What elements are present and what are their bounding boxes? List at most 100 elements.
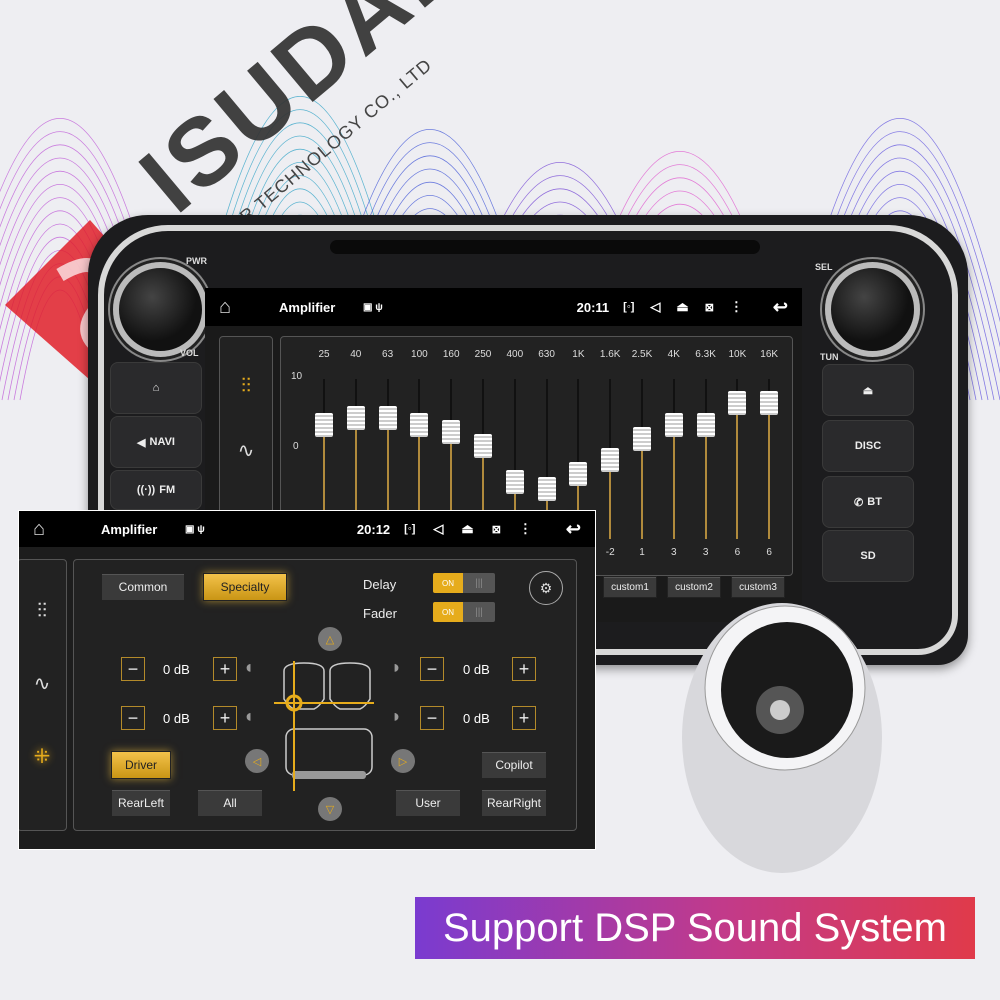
fr-minus-button[interactable]: − <box>420 657 444 681</box>
tab-specialty[interactable]: Specialty <box>203 573 287 601</box>
eq-slider-fill <box>641 450 643 539</box>
eq-slider-thumb[interactable] <box>633 426 651 451</box>
eq-value-label: -2 <box>605 547 615 558</box>
eq-slider-thumb[interactable] <box>601 448 620 473</box>
fm-button[interactable]: ((·)) FM <box>110 470 202 510</box>
eq-band-label: 10K <box>728 349 747 360</box>
preset-custom1[interactable]: custom1 <box>603 576 657 598</box>
balance-icon[interactable]: ⁜ <box>19 744 66 769</box>
select-knob[interactable] <box>825 262 920 357</box>
rr-plus-button[interactable]: + <box>512 706 536 730</box>
fader-down-button[interactable]: ▽ <box>318 797 342 821</box>
eq-slider-thumb[interactable] <box>537 476 556 501</box>
eq-band-label: 1K <box>572 349 585 360</box>
eq-band-6.3K[interactable]: 6.3K 3 <box>690 349 722 574</box>
eq-slider-thumb[interactable] <box>728 391 747 416</box>
back-icon[interactable]: ↩ <box>773 297 788 318</box>
screen-title: Amplifier <box>101 521 158 537</box>
rearright-button[interactable]: RearRight <box>481 789 547 817</box>
tab-common[interactable]: Common <box>101 573 185 601</box>
navi-button[interactable]: ◀ NAVI <box>110 416 202 468</box>
screen-title: Amplifier <box>279 299 336 315</box>
promo-banner: Support DSP Sound System <box>415 897 975 959</box>
fr-plus-button[interactable]: + <box>512 657 536 681</box>
eq-band-label: 6.3K <box>695 349 716 360</box>
eject-hard-button[interactable]: ⏏ <box>822 364 914 416</box>
eq-slider-fill <box>609 472 612 539</box>
eq-slider-thumb[interactable] <box>569 462 588 487</box>
more-icon[interactable]: ⋮ <box>730 299 743 315</box>
eq-band-label: 100 <box>411 349 428 360</box>
sel-label: SEL <box>815 262 833 272</box>
delay-label: Delay <box>363 577 397 592</box>
speaker-icon: ◗ <box>391 657 402 677</box>
eq-slider-thumb[interactable] <box>664 412 683 437</box>
eq-slider-thumb[interactable] <box>378 405 397 430</box>
eq-band-label: 63 <box>382 349 394 360</box>
volume-icon[interactable]: ◁ <box>650 299 660 315</box>
rearleft-button[interactable]: RearLeft <box>111 789 171 817</box>
amp-sidebar: ⫶⫶ ∿ ⁜ <box>19 559 67 831</box>
home-icon[interactable]: ⌂ <box>33 518 101 541</box>
eq-band-label: 25 <box>318 349 330 360</box>
home-hard-button[interactable]: ⌂ <box>110 362 202 414</box>
camera-icon[interactable]: [◦] <box>623 301 634 313</box>
eq-slider-fill <box>736 415 739 539</box>
close-window-icon[interactable]: ⊠ <box>492 523 501 536</box>
eq-band-label: 250 <box>474 349 492 360</box>
eq-band-16K[interactable]: 16K 6 <box>753 349 785 574</box>
sd-button[interactable]: SD <box>822 530 914 582</box>
eq-slider-thumb[interactable] <box>410 412 429 437</box>
balance-left-button[interactable]: ◁ <box>245 749 269 773</box>
scale-zero-label: 0 <box>293 441 299 452</box>
rl-minus-button[interactable]: − <box>121 706 145 730</box>
eject-icon[interactable]: ⏏ <box>676 299 688 315</box>
eq-band-label: 630 <box>538 349 555 360</box>
close-window-icon[interactable]: ⊠ <box>705 301 714 314</box>
rl-plus-button[interactable]: + <box>213 706 237 730</box>
balance-right-button[interactable]: ▷ <box>391 749 415 773</box>
user-button[interactable]: User <box>395 789 461 817</box>
scale-top-label: 10 <box>291 371 303 382</box>
eq-band-10K[interactable]: 10K 6 <box>721 349 753 574</box>
eq-slider-thumb[interactable] <box>442 419 461 444</box>
waveform-icon[interactable]: ∿ <box>220 438 272 463</box>
equalizer-icon[interactable]: ⫶⫶ <box>19 600 66 623</box>
eq-slider-thumb[interactable] <box>696 412 715 437</box>
camera-icon[interactable]: [◦] <box>404 523 415 535</box>
rr-minus-button[interactable]: − <box>420 706 444 730</box>
delay-toggle[interactable]: ON ||| <box>433 573 495 593</box>
eq-slider-thumb[interactable] <box>505 469 524 494</box>
eq-slider-thumb[interactable] <box>474 434 492 458</box>
copilot-button[interactable]: Copilot <box>481 751 547 779</box>
home-icon[interactable]: ⌂ <box>219 296 279 319</box>
eq-band-2.5K[interactable]: 2.5K 1 <box>626 349 658 574</box>
fader-toggle[interactable]: ON ||| <box>433 602 495 622</box>
eq-slider-thumb[interactable] <box>760 391 779 416</box>
volume-knob[interactable] <box>113 262 208 357</box>
eq-slider-thumb[interactable] <box>315 412 333 437</box>
driver-button[interactable]: Driver <box>111 751 171 779</box>
bt-button[interactable]: ✆ BT <box>822 476 914 528</box>
fader-up-button[interactable]: △ <box>318 627 342 651</box>
volume-icon[interactable]: ◁ <box>433 521 443 537</box>
eq-band-4K[interactable]: 4K 3 <box>658 349 690 574</box>
equalizer-icon[interactable]: ⫶⫶ <box>220 375 272 398</box>
car-settings-icon[interactable]: ⚙ <box>529 571 563 605</box>
eq-band-1.6K[interactable]: 1.6K -2 <box>594 349 626 574</box>
waveform-icon[interactable]: ∿ <box>19 671 66 696</box>
disc-button[interactable]: DISC <box>822 420 914 472</box>
back-icon[interactable]: ↩ <box>566 519 581 540</box>
speaker-icon: ◗ <box>391 706 402 726</box>
more-icon[interactable]: ⋮ <box>519 521 532 537</box>
fl-minus-button[interactable]: − <box>121 657 145 681</box>
fl-plus-button[interactable]: + <box>213 657 237 681</box>
fr-level: 0 dB <box>463 662 490 677</box>
preset-custom2[interactable]: custom2 <box>667 576 721 598</box>
vol-label: VOL <box>180 348 199 358</box>
eq-slider-thumb[interactable] <box>346 405 365 430</box>
all-button[interactable]: All <box>197 789 263 817</box>
preset-custom3[interactable]: custom3 <box>731 576 785 598</box>
rl-level: 0 dB <box>163 711 190 726</box>
eject-icon[interactable]: ⏏ <box>461 521 473 537</box>
